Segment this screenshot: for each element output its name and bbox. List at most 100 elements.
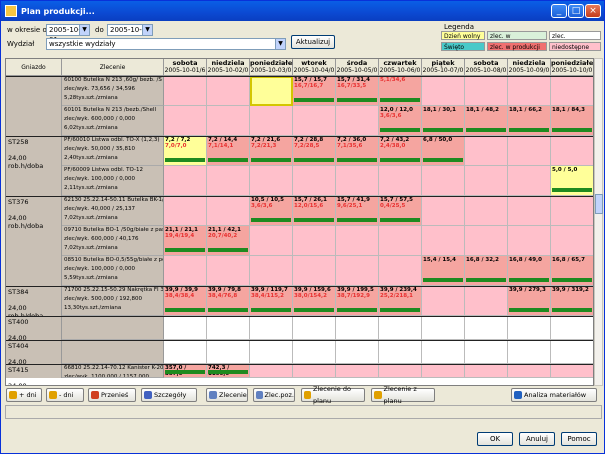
day-cell[interactable]	[422, 286, 465, 316]
day-cell[interactable]	[508, 136, 551, 166]
day-cell[interactable]	[164, 340, 207, 364]
day-cell[interactable]: 357,0 / 357,0	[164, 364, 207, 378]
day-cell[interactable]	[336, 340, 379, 364]
day-cell[interactable]	[293, 106, 336, 136]
day-cell[interactable]	[422, 226, 465, 256]
day-cell[interactable]: 21,1 / 21,1 19,4/19,4	[164, 226, 207, 256]
day-cell[interactable]	[207, 196, 250, 226]
chevron-down-icon[interactable]: ▼	[79, 25, 89, 35]
day-cell[interactable]	[250, 166, 293, 196]
day-cell[interactable]	[207, 340, 250, 364]
day-header[interactable]: sobota 2005-10-08/0	[465, 59, 508, 76]
day-header[interactable]: niedziela 2005-10-09/0	[508, 59, 551, 76]
day-cell[interactable]	[164, 106, 207, 136]
minimize-button[interactable]: _	[551, 4, 567, 18]
day-cell[interactable]	[508, 340, 551, 364]
day-cell[interactable]: 15,7 / 31,4 16,7/33,5	[336, 76, 379, 106]
day-cell[interactable]: 18,1 / 66,2	[508, 106, 551, 136]
day-cell[interactable]: 16,8 / 65,7	[551, 256, 593, 286]
day-cell[interactable]	[465, 340, 508, 364]
order-cell[interactable]: 60101 Butelka N 213 /bezb./Shell zlec/wyk…	[62, 106, 164, 136]
ok-button[interactable]: OK	[477, 432, 513, 446]
day-cell[interactable]: 7,2 / 36,0 7,1/35,6	[336, 136, 379, 166]
day-cell[interactable]	[465, 76, 508, 106]
order-cell[interactable]	[62, 340, 164, 364]
day-cell[interactable]	[465, 196, 508, 226]
order-cell[interactable]: 09710 Butelka BO-1 /50g/białe z pas zlec/…	[62, 226, 164, 256]
day-cell[interactable]	[508, 166, 551, 196]
day-cell[interactable]	[379, 166, 422, 196]
day-cell[interactable]: 12,0 / 12,0 3,6/3,6	[379, 106, 422, 136]
day-cell[interactable]: 16,8 / 49,0	[508, 256, 551, 286]
day-cell[interactable]	[207, 256, 250, 286]
dept-select[interactable]: wszystkie wydziały ▼	[46, 38, 286, 50]
day-cell[interactable]	[508, 364, 551, 378]
day-cell[interactable]	[422, 76, 465, 106]
day-cell[interactable]	[207, 76, 250, 106]
toolbar-button-2[interactable]: Przenieś	[88, 388, 136, 402]
day-cell[interactable]: 15,7 / 57,5 0,4/25,5	[379, 196, 422, 226]
toolbar-button-8[interactable]: Analiza materiałów	[511, 388, 597, 402]
day-cell[interactable]	[422, 196, 465, 226]
order-cell[interactable]: PF/60010 Listwa odbl. TO-X (1,2,3) zlec/w…	[62, 136, 164, 166]
day-cell[interactable]	[551, 76, 593, 106]
order-cell[interactable]: PF/60009 Listwa odbl. TO-12 zlec/wyk. 100…	[62, 166, 164, 196]
day-cell[interactable]	[422, 364, 465, 378]
date-from-picker[interactable]: 2005-10-01 ▼	[46, 24, 90, 44]
day-cell[interactable]: 39,9 / 79,8 38,4/76,8	[207, 286, 250, 316]
day-cell[interactable]	[422, 316, 465, 340]
day-cell[interactable]: 15,7 / 26,1 12,0/15,6	[293, 196, 336, 226]
day-header[interactable]: środa 2005-10-05/0	[336, 59, 379, 76]
day-cell[interactable]	[293, 316, 336, 340]
day-cell[interactable]: 39,9 / 279,3	[508, 286, 551, 316]
day-cell[interactable]: 16,8 / 32,2	[465, 256, 508, 286]
day-cell[interactable]	[293, 166, 336, 196]
day-cell[interactable]: 7,2 / 7,2 7,0/7,0	[164, 136, 207, 166]
day-cell[interactable]	[379, 256, 422, 286]
order-cell[interactable]	[62, 316, 164, 340]
toolbar-button-7[interactable]: Zlecenie z planu	[371, 385, 435, 405]
day-cell[interactable]	[551, 316, 593, 340]
day-cell[interactable]	[293, 340, 336, 364]
day-cell[interactable]	[465, 166, 508, 196]
day-cell[interactable]: 7,2 / 21,6 7,2/21,3	[250, 136, 293, 166]
day-cell[interactable]	[164, 316, 207, 340]
order-cell[interactable]: 71700 25.22.15-50.29 Nakrętka FI 38 zlec/…	[62, 286, 164, 316]
day-cell[interactable]	[551, 226, 593, 256]
day-cell[interactable]	[551, 136, 593, 166]
day-cell[interactable]	[336, 316, 379, 340]
day-cell[interactable]: 39,9 / 39,9 38,4/38,4	[164, 286, 207, 316]
day-cell[interactable]	[422, 166, 465, 196]
day-cell[interactable]	[250, 76, 293, 106]
day-cell[interactable]: 39,9 / 319,2	[551, 286, 593, 316]
vertical-scrollbar[interactable]	[594, 58, 603, 386]
day-cell[interactable]	[508, 316, 551, 340]
day-cell[interactable]	[551, 196, 593, 226]
day-cell[interactable]	[465, 364, 508, 378]
day-cell[interactable]	[293, 226, 336, 256]
day-cell[interactable]	[379, 316, 422, 340]
toolbar-button-0[interactable]: + dni	[6, 388, 42, 402]
day-cell[interactable]: 7,2 / 14,4 7,1/14,1	[207, 136, 250, 166]
day-header[interactable]: poniedziałek 2005-10-03/0	[250, 59, 297, 76]
day-cell[interactable]: 39,9 / 239,4 25,2/218,1	[379, 286, 422, 316]
day-cell[interactable]	[336, 226, 379, 256]
day-cell[interactable]	[250, 226, 293, 256]
day-cell[interactable]: 39,9 / 199,5 38,7/192,9	[336, 286, 379, 316]
toolbar-button-5[interactable]: Zlec.poz.	[253, 388, 295, 402]
order-cell[interactable]: 66810 25.22.14-70.12 Kanister K-20 zlec/w…	[62, 364, 164, 378]
close-button[interactable]: ×	[585, 4, 601, 18]
day-header[interactable]: piątek 2005-10-07/0	[422, 59, 465, 76]
day-cell[interactable]	[465, 136, 508, 166]
day-cell[interactable]	[164, 76, 207, 106]
scrollbar-thumb[interactable]	[595, 194, 603, 214]
refresh-button[interactable]: Aktualizuj	[291, 35, 335, 49]
day-cell[interactable]	[422, 340, 465, 364]
day-cell[interactable]	[551, 340, 593, 364]
day-cell[interactable]: 39,9 / 159,6 38,0/154,2	[293, 286, 336, 316]
date-to-picker[interactable]: 2005-10-10 ▼	[107, 24, 153, 36]
day-cell[interactable]	[508, 76, 551, 106]
day-header[interactable]: niedziela 2005-10-02/0	[207, 59, 250, 76]
day-cell[interactable]: 15,4 / 15,4	[422, 256, 465, 286]
day-header[interactable]: poniedziałek 2005-10-10/0	[551, 59, 593, 76]
